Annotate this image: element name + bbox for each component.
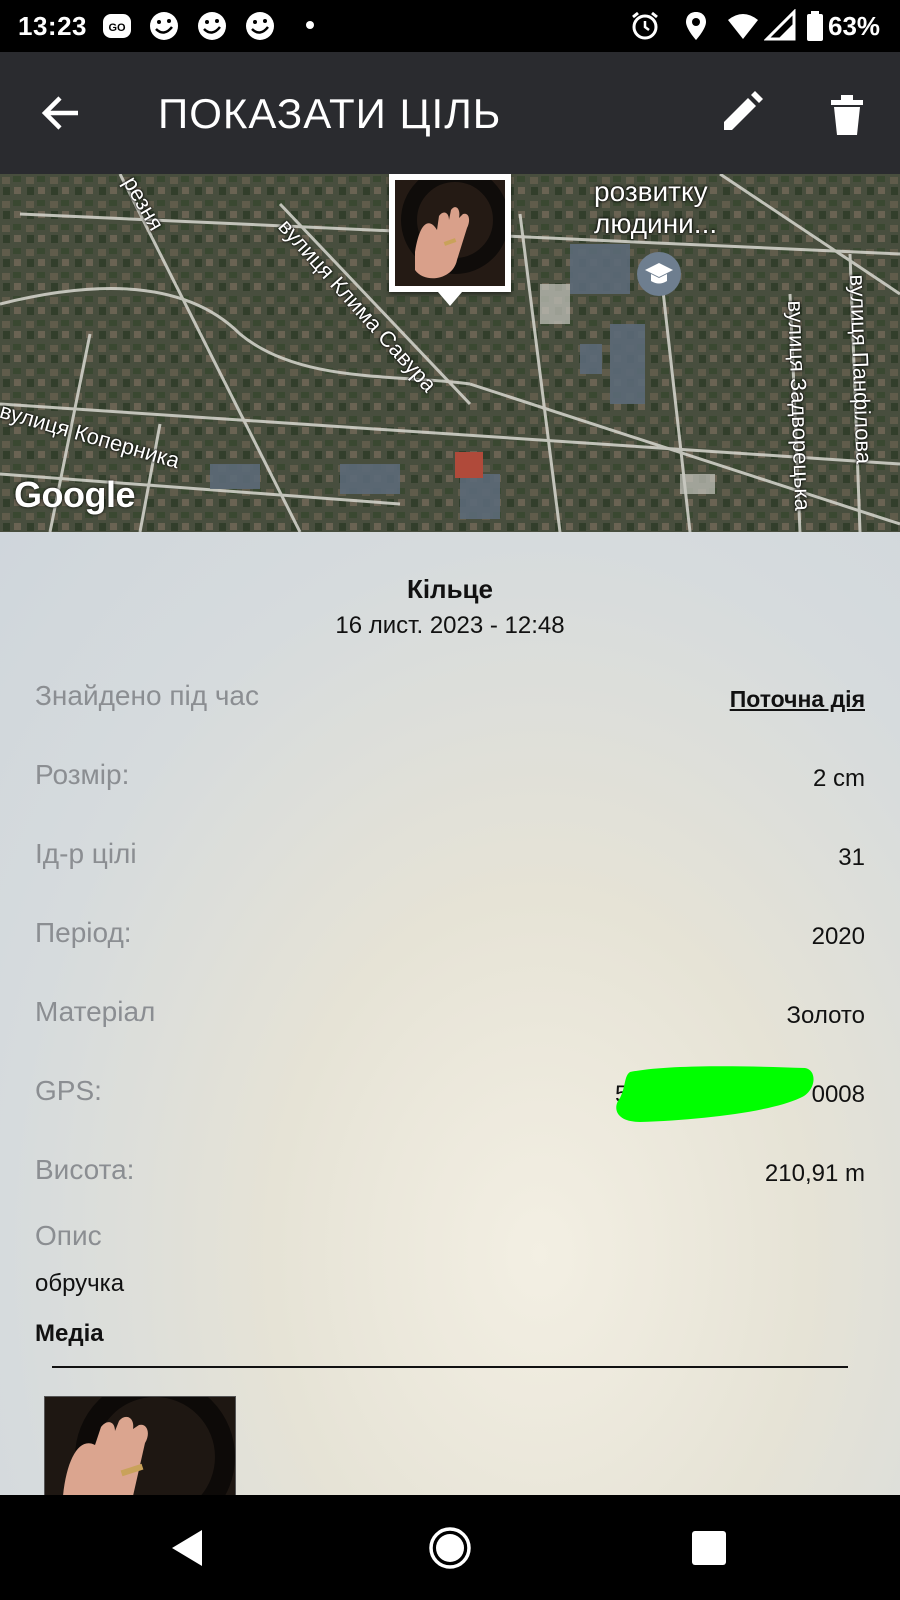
description-value: обручка (35, 1270, 125, 1297)
system-nav-bar (0, 1495, 900, 1600)
marker-tip (438, 292, 462, 306)
gps-redaction-scribble (616, 1066, 814, 1122)
svg-text:GO: GO (108, 22, 126, 34)
troll-face-icon (150, 12, 178, 40)
marker-photo (395, 180, 505, 286)
photo-marker[interactable] (389, 174, 511, 306)
map-view[interactable]: резня вулиця Клима Савура вулиця Коперни… (0, 174, 900, 532)
row-label: Висота: (35, 1154, 135, 1185)
poi-label[interactable]: розвитку людини... (594, 176, 717, 240)
media-divider (52, 1366, 848, 1368)
media-label: Медіа (35, 1320, 104, 1347)
nav-recents-icon[interactable] (682, 1521, 736, 1575)
row-value: 2020 (811, 923, 865, 950)
troll-face-icon (246, 12, 274, 40)
location-icon (686, 12, 706, 40)
notification-dot (306, 21, 314, 29)
detail-row-target-id: Ід-р цілі 31 (35, 838, 865, 878)
row-label: Період: (35, 917, 132, 948)
poi-label-line: розвитку (594, 176, 708, 207)
alarm-icon (632, 11, 658, 40)
poi-label-line: людини... (594, 208, 718, 239)
row-value: 2 cm (812, 765, 865, 792)
row-label: GPS: (35, 1075, 102, 1106)
signal-icon (764, 9, 796, 41)
row-label: Розмір: (35, 759, 130, 790)
target-datetime: 16 лист. 2023 - 12:48 (335, 612, 565, 639)
row-label: Ід-р цілі (35, 838, 137, 869)
status-bar: 13:23 GO 63% (0, 0, 900, 52)
trash-icon[interactable] (820, 86, 874, 140)
page-title: ПОКАЗАТИ ЦІЛЬ (158, 90, 502, 137)
row-label: Матеріал (35, 996, 156, 1027)
detail-row-material: Матеріал Золото (35, 996, 865, 1036)
wifi-icon (728, 14, 758, 39)
nav-back-icon[interactable] (162, 1521, 216, 1575)
detail-row-size: Розмір: 2 cm (35, 759, 865, 799)
row-value: 210,91 m (764, 1160, 865, 1187)
detail-row-found-during: Знайдено під час Поточна дія (35, 680, 865, 720)
current-activity-link[interactable]: Поточна дія (730, 686, 865, 713)
detail-row-period: Період: 2020 (35, 917, 865, 957)
battery-percent: 63% (828, 11, 881, 41)
troll-face-icon (198, 12, 226, 40)
app-bar: ПОКАЗАТИ ЦІЛЬ (0, 52, 900, 174)
target-name: Кільце (406, 574, 494, 604)
go-icon: GO (103, 14, 131, 38)
school-icon[interactable] (637, 252, 681, 296)
status-time: 13:23 (18, 11, 87, 41)
row-label: Знайдено під час (35, 680, 259, 711)
row-value: 31 (838, 844, 865, 871)
pencil-icon[interactable] (714, 86, 768, 140)
nav-home-icon[interactable] (423, 1521, 477, 1575)
screen: 13:23 GO 63% ПОКАЗАТИ ЦІЛЬ резня вулиця … (0, 0, 900, 1600)
detail-row-altitude: Висота: 210,91 m (35, 1154, 865, 1194)
description-label: Опис (35, 1220, 102, 1251)
google-attribution: Google (14, 474, 136, 515)
arrow-back-icon[interactable] (34, 86, 88, 140)
target-details: Кільце 16 лист. 2023 - 12:48 Знайдено пі… (0, 532, 900, 1497)
media-thumbnail[interactable] (44, 1396, 236, 1497)
row-value: Золото (786, 1002, 865, 1029)
